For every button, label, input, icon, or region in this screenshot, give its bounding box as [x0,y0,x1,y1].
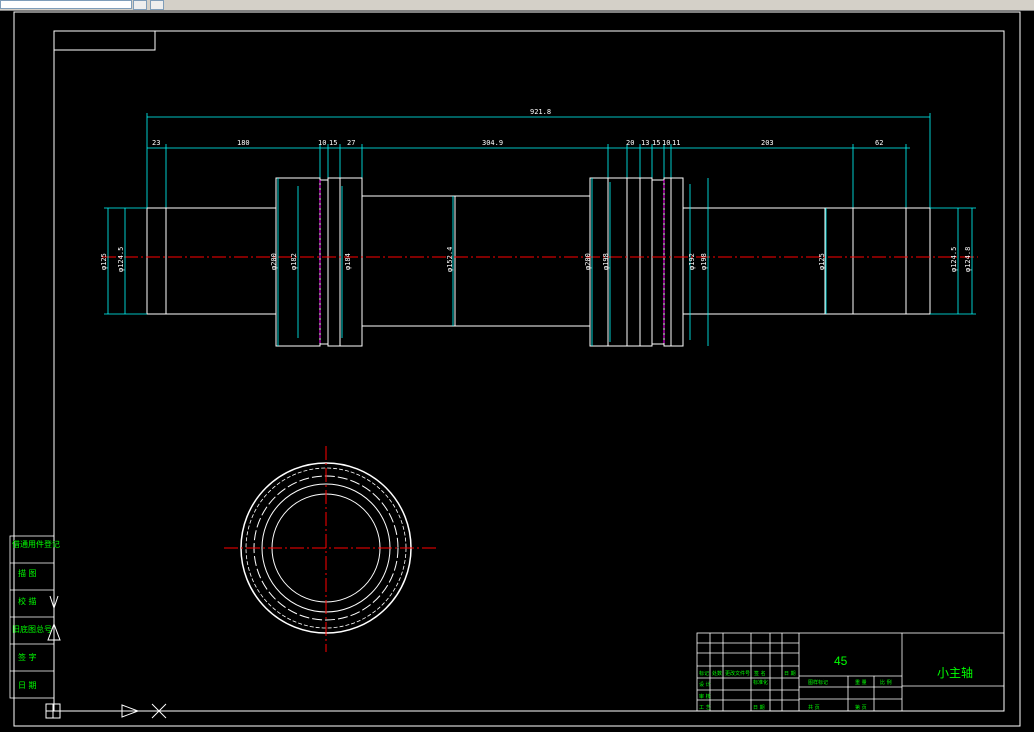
segment-dimensions [147,144,910,210]
dia-198-b: φ198 [700,253,708,270]
dia-124.5-left: φ124.5 [117,247,125,272]
tb-label-4: 签 名 [754,670,766,677]
dia-124.8: φ124.8 [964,247,972,272]
tb-label-12: 重 量 [855,679,867,686]
cad-drawing: 921.8 23 180 10 15 27 304.9 20 13 15 10 … [9,11,1021,727]
material-label: 45 [834,654,848,668]
dim-27: 27 [347,139,355,147]
outer-border [13,11,1021,727]
tb-label-15: 第 页 [855,704,867,711]
hidden-lines [319,180,665,344]
dim-62: 62 [875,139,883,147]
tb-label-10: 日 期 [753,705,765,711]
dim-304: 304.9 [482,139,503,147]
dim-11: 11 [672,139,680,147]
tb-label-7: 标准化 [753,679,768,686]
dim-203: 203 [761,139,774,147]
tb-label-6: 设 计 [699,681,711,688]
shaft-outline [146,177,931,347]
dim-15b: 15 [652,139,660,147]
tb-label-14: 共 页 [808,704,820,711]
dia-125-left: φ125 [100,253,108,270]
overall-dimension [146,113,931,210]
dim-23: 23 [152,139,160,147]
tb-label-3: 更改文件号 [725,670,750,677]
dia-125-right: φ125 [818,253,826,270]
drawing-canvas[interactable]: 921.8 23 180 10 15 27 304.9 20 13 15 10 … [0,11,1034,732]
dia-198-a: φ198 [602,253,610,270]
close-icon[interactable] [150,0,164,10]
part-name: 小主轴 [937,665,973,680]
dim-10a: 10 [318,139,326,147]
dia-200-right: φ200 [584,253,592,270]
tb-label-2: 处数 [712,670,722,677]
stamp-row-5: 签 字 [18,652,37,662]
stamp-row-3: 校 描 [18,596,37,606]
dim-13: 13 [641,139,649,147]
dia-200-left: φ200 [270,253,278,270]
tb-label-11: 图样标记 [808,679,828,686]
diameter-dimensions [104,178,976,346]
dia-124.5-right: φ124.5 [950,247,958,272]
dia-184: φ184 [344,253,352,270]
left-stamp [9,535,55,699]
tb-label-13: 比 例 [880,679,892,686]
stamp-row-6: 日 期 [18,681,37,690]
dropdown-icon[interactable] [133,0,147,10]
dim-180: 180 [237,139,250,147]
tb-label-9: 工 艺 [699,705,711,711]
diameter-labels: φ125 φ124.5 φ200 φ182 φ184 φ152.4 φ200 φ… [100,247,972,272]
dim-10b: 10 [662,139,670,147]
dim-15a: 15 [329,139,337,147]
dim-20: 20 [626,139,634,147]
tb-label-5: 日 期 [784,671,796,677]
toolbar [0,0,1034,11]
tb-label-1: 标记 [699,670,709,677]
ucs-icon [45,595,167,719]
dim-overall: 921.8 [530,108,551,116]
stamp-row-1: 借通用件登记 [12,539,60,549]
search-input[interactable] [0,0,132,9]
dia-182: φ182 [290,253,298,270]
tb-label-8: 审 核 [699,693,711,700]
stamp-row-2: 描 图 [18,568,37,578]
top-left-box [53,30,156,51]
inner-frame [53,30,1005,712]
stamp-row-4: 旧底图总号 [12,624,52,634]
dia-152.4: φ152.4 [446,247,454,272]
dia-192: φ192 [688,253,696,270]
